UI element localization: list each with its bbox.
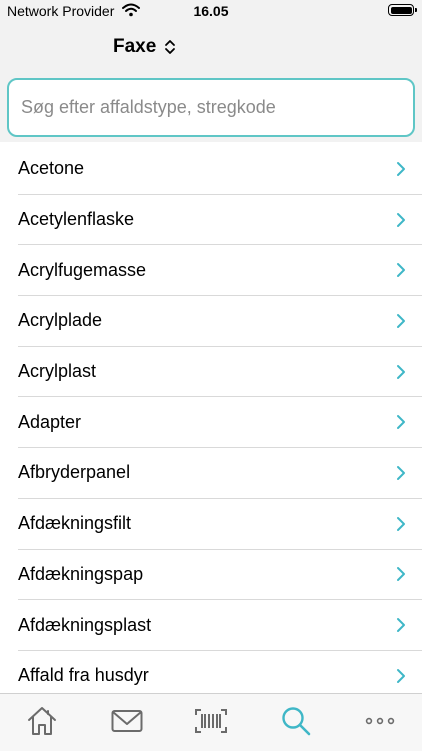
chevron-right-icon: [397, 465, 405, 480]
waste-type-list: Acetone Acetylenflaske Acrylfugemasse Acryl…: [0, 144, 422, 702]
barcode-icon: [195, 709, 227, 733]
list-item-label: Acrylplast: [18, 361, 97, 382]
list-item[interactable]: Acetone: [18, 144, 422, 195]
list-item-label: Afdækningsfilt: [18, 513, 132, 534]
search-input[interactable]: [9, 80, 413, 135]
list-item-label: Affald fra husdyr: [18, 665, 149, 686]
status-bar: Network Provider 16.05: [0, 0, 422, 22]
chevron-right-icon: [397, 567, 405, 582]
list-item-label: Acetylenflaske: [18, 209, 135, 230]
status-time: 16.05: [193, 3, 229, 19]
tab-home[interactable]: [22, 704, 62, 738]
list-item[interactable]: Afbryderpanel: [18, 448, 422, 499]
chevron-right-icon: [397, 415, 405, 430]
chevron-right-icon: [397, 516, 405, 531]
location-label: Faxe: [113, 36, 157, 57]
chevron-up-down-icon: [165, 40, 176, 54]
location-selector[interactable]: Faxe: [113, 35, 176, 59]
home-icon: [28, 707, 56, 735]
search-field[interactable]: [7, 78, 415, 137]
list-item[interactable]: Afdækningsplast: [18, 600, 422, 651]
list-item-label: Afbryderpanel: [18, 462, 131, 483]
tab-search[interactable]: [276, 704, 316, 738]
list-item[interactable]: Acrylplast: [18, 347, 422, 398]
chevron-right-icon: [397, 668, 405, 683]
header: Network Provider 16.05 Faxe: [0, 0, 422, 142]
chevron-right-icon: [397, 618, 405, 633]
tab-more[interactable]: [360, 704, 400, 738]
chevron-right-icon: [397, 161, 405, 176]
list-item-label: Acrylfugemasse: [18, 259, 147, 280]
tab-barcode[interactable]: [191, 704, 231, 738]
search-icon: [282, 707, 311, 736]
list-item[interactable]: Afdækningsfilt: [18, 499, 422, 550]
chevron-right-icon: [397, 364, 405, 379]
list-item-label: Afdækningsplast: [18, 614, 152, 635]
tab-bar: [0, 693, 422, 751]
list-item-label: Acrylplade: [18, 310, 103, 331]
more-icon: [365, 717, 395, 725]
tab-mail[interactable]: [107, 704, 147, 738]
chevron-right-icon: [397, 313, 405, 328]
list-item[interactable]: Acetylenflaske: [18, 195, 422, 246]
list-item-label: Adapter: [18, 411, 82, 432]
list-item-label: Acetone: [18, 158, 85, 179]
list-item[interactable]: Acrylplade: [18, 296, 422, 347]
list-item[interactable]: Adapter: [18, 397, 422, 449]
list-item[interactable]: Afdækningspap: [18, 550, 422, 601]
chevron-right-icon: [397, 212, 405, 227]
list-item-label: Afdækningspap: [18, 563, 144, 584]
list-item[interactable]: Acrylfugemasse: [18, 245, 422, 297]
mail-icon: [111, 710, 143, 732]
battery-icon: [388, 4, 417, 16]
chevron-right-icon: [397, 263, 405, 278]
